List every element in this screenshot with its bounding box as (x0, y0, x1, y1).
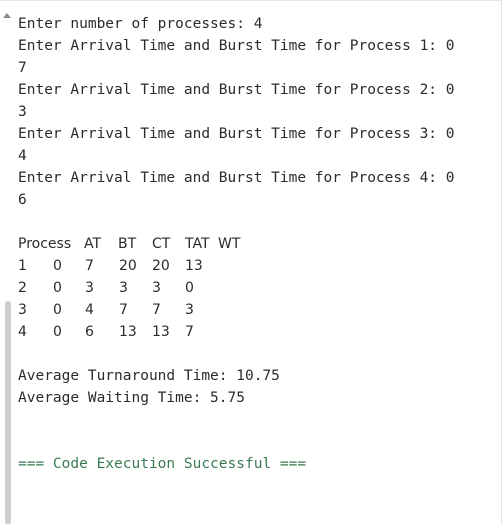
cell-wt: 13 (185, 258, 203, 274)
input-process-4-burst: 6 (18, 192, 27, 208)
table-row: 4 0 6 13 13 7 (18, 321, 496, 343)
console-output-panel: Enter number of processes: 4 Enter Arriv… (0, 0, 502, 524)
cell-ct: 7 (119, 302, 128, 318)
cell-tat: 3 (152, 280, 161, 296)
input-process-3-burst: 4 (18, 148, 27, 164)
scrollbar-thumb[interactable] (5, 301, 11, 524)
cell-at: 0 (53, 302, 62, 318)
table-row: 1 0 7 20 20 13 (18, 255, 496, 277)
cell-ct: 3 (119, 280, 128, 296)
cell-at: 0 (53, 280, 62, 296)
cell-wt: 7 (185, 324, 194, 340)
cell-ct: 20 (119, 258, 137, 274)
cell-process: 3 (18, 302, 27, 318)
table-row: 3 0 4 7 7 3 (18, 299, 496, 321)
cell-tat: 7 (152, 302, 161, 318)
cell-process: 1 (18, 258, 27, 274)
prompt-process-2: Enter Arrival Time and Burst Time for Pr… (18, 82, 455, 98)
table-row: 2 0 3 3 3 0 (18, 277, 496, 299)
prompt-process-4: Enter Arrival Time and Burst Time for Pr… (18, 170, 455, 186)
scroll-up-arrow-icon[interactable] (3, 13, 11, 18)
cell-wt: 3 (185, 302, 194, 318)
header-ct: CT (152, 236, 171, 252)
cell-wt: 0 (185, 280, 194, 296)
cell-process: 2 (18, 280, 27, 296)
prompt-process-3: Enter Arrival Time and Burst Time for Pr… (18, 126, 455, 142)
average-turnaround-time: Average Turnaround Time: 10.75 (18, 368, 280, 384)
execution-status-message: === Code Execution Successful === (18, 456, 307, 472)
header-bt: BT (118, 236, 137, 252)
program-output: Enter number of processes: 4 Enter Arriv… (18, 13, 496, 475)
header-at: AT (84, 236, 102, 252)
cell-bt: 6 (85, 324, 94, 340)
cell-tat: 13 (152, 324, 170, 340)
results-table: Process AT BT CT TAT WT 1 0 7 20 20 13 2… (18, 233, 496, 343)
average-waiting-time: Average Waiting Time: 5.75 (18, 390, 245, 406)
cell-at: 0 (53, 258, 62, 274)
cell-at: 0 (53, 324, 62, 340)
cell-process: 4 (18, 324, 27, 340)
header-wt: WT (218, 236, 241, 252)
cell-tat: 20 (152, 258, 170, 274)
input-process-1-burst: 7 (18, 60, 27, 76)
cell-bt: 7 (85, 258, 94, 274)
table-header-row: Process AT BT CT TAT WT (18, 233, 496, 255)
prompt-process-count: Enter number of processes: 4 (18, 16, 263, 32)
header-process: Process (18, 236, 72, 252)
cell-bt: 3 (85, 280, 94, 296)
cell-bt: 4 (85, 302, 94, 318)
cell-ct: 13 (119, 324, 137, 340)
prompt-process-1: Enter Arrival Time and Burst Time for Pr… (18, 38, 455, 54)
header-tat: TAT (185, 236, 210, 252)
input-process-2-burst: 3 (18, 104, 27, 120)
vertical-scrollbar[interactable] (0, 1, 12, 524)
